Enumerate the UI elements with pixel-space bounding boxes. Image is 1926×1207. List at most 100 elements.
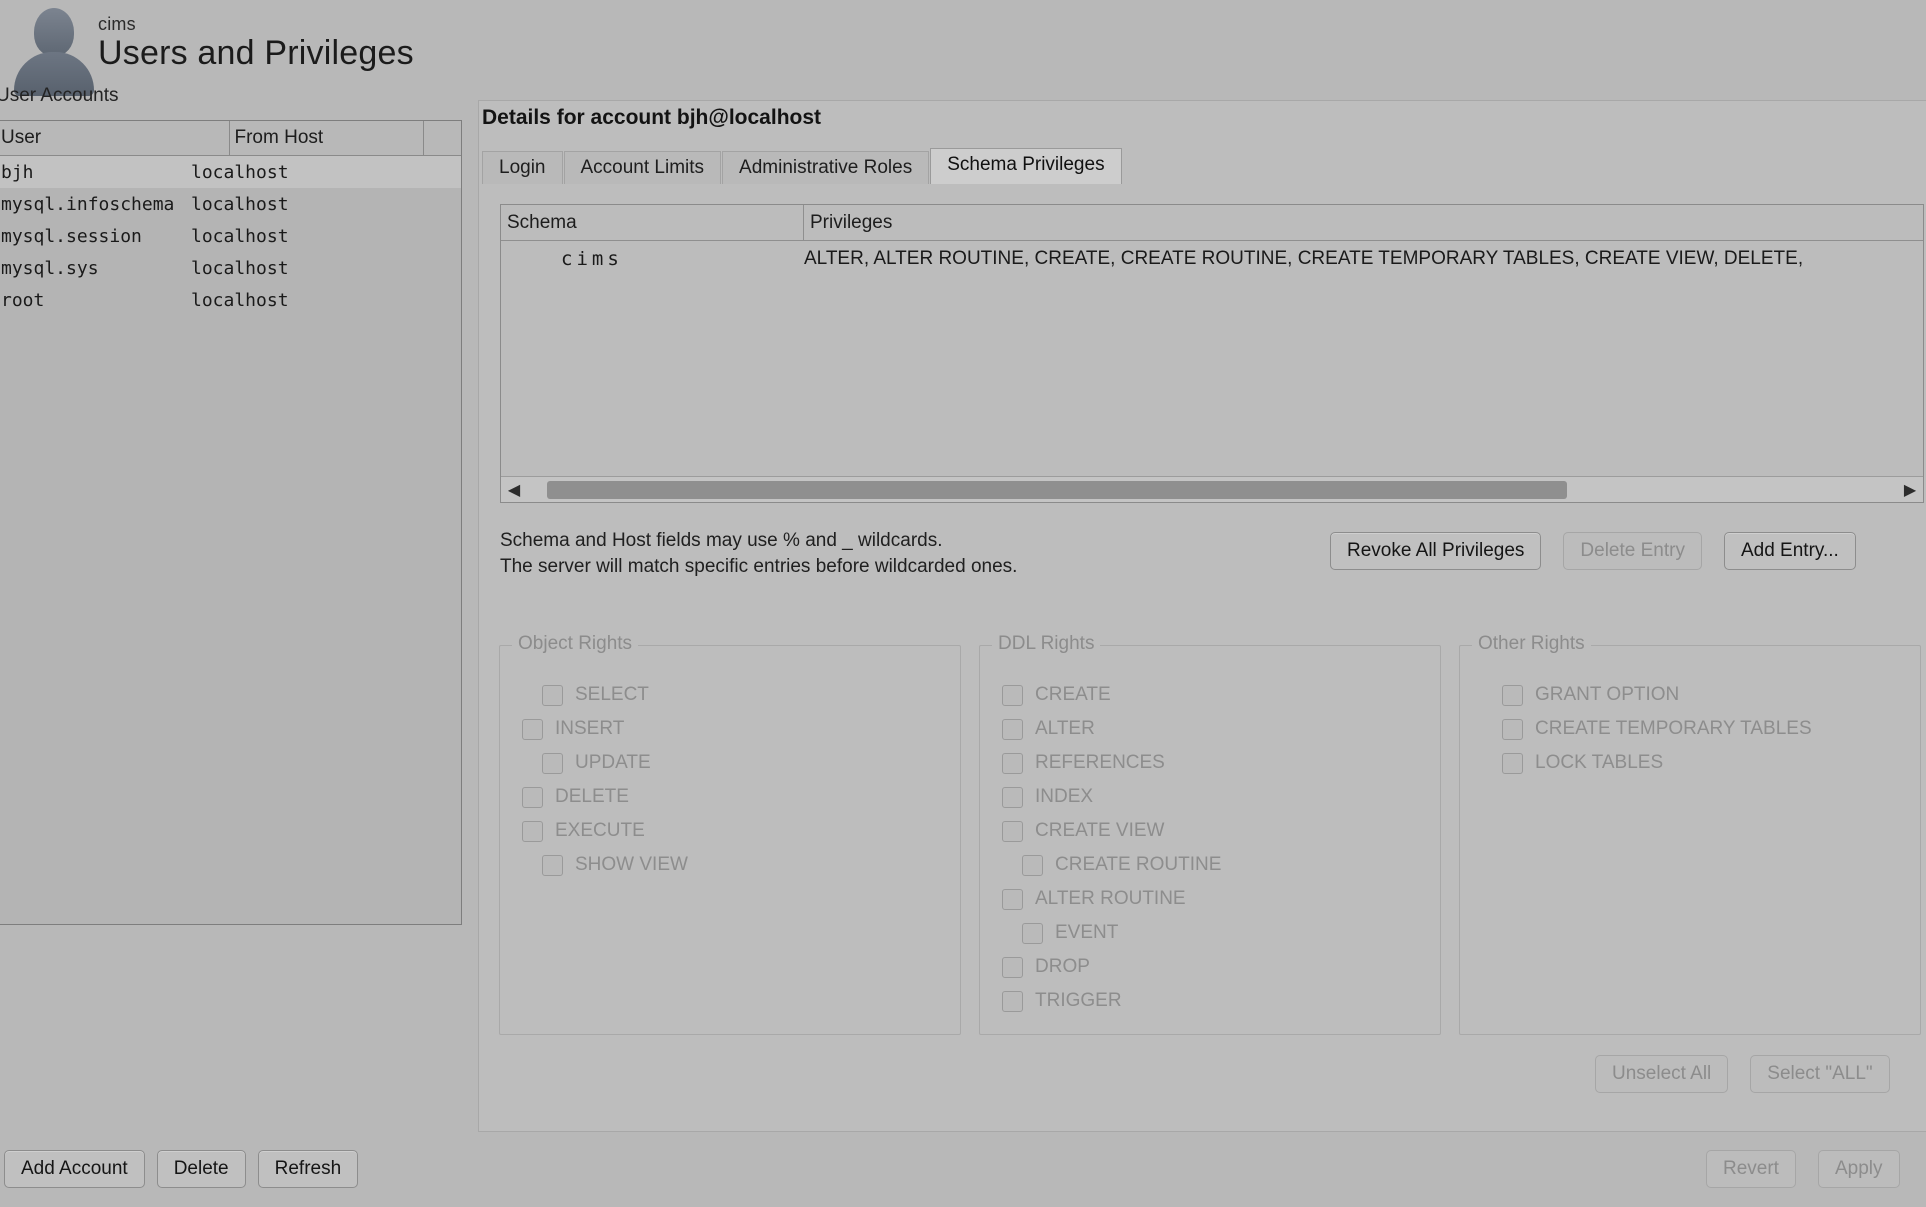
help-line-2: The server will match specific entries b…: [500, 555, 1018, 577]
details-tabs: Login Account Limits Administrative Roles S…: [482, 148, 1123, 184]
object-right-show-view: SHOW VIEW: [500, 848, 960, 882]
checkbox-label: UPDATE: [575, 752, 651, 773]
checkbox-icon: [1502, 718, 1523, 740]
ddl-right-drop: DROP: [980, 950, 1440, 984]
header-schema-name: cims: [98, 14, 136, 34]
checkbox-icon: [542, 684, 563, 706]
page-title: Users and Privileges: [98, 34, 414, 72]
checkbox-icon: [1002, 990, 1023, 1012]
user-cell: mysql.sys: [1, 257, 99, 279]
user-accounts-actions: Add Account Delete Refresh: [4, 1150, 359, 1188]
entry-actions: Revoke All Privileges Delete Entry Add E…: [1330, 532, 1856, 570]
refresh-button[interactable]: Refresh: [257, 1150, 359, 1188]
checkbox-icon: [522, 718, 543, 740]
ddl-rights-list: CREATE ALTER REFERENCES INDEX CREATE VIEW CRE…: [980, 678, 1440, 1018]
object-rights-list: SELECT INSERT UPDATE DELETE EXECUTE SHOW VIEW: [500, 678, 960, 882]
ddl-right-index: INDEX: [980, 780, 1440, 814]
schema-privileges-table: Schema Privileges cims ALTER, ALTER ROUT…: [500, 204, 1924, 503]
schema-table-header: Schema Privileges: [501, 205, 1923, 241]
object-right-execute: EXECUTE: [500, 814, 960, 848]
other-right-lock-tables: LOCK TABLES: [1460, 746, 1920, 780]
scrollbar-track[interactable]: [527, 477, 1897, 503]
checkbox-icon: [1002, 684, 1023, 706]
host-cell: localhost: [191, 225, 289, 247]
object-right-update: UPDATE: [500, 746, 960, 780]
ddl-right-create-view: CREATE VIEW: [980, 814, 1440, 848]
wildcard-help-text: Schema and Host fields may use % and _ w…: [500, 528, 1017, 579]
table-row[interactable]: root localhost: [0, 284, 461, 316]
checkbox-label: DELETE: [555, 786, 629, 807]
checkbox-label: LOCK TABLES: [1535, 752, 1664, 773]
host-cell: localhost: [191, 257, 289, 279]
checkbox-icon: [1002, 820, 1023, 842]
checkbox-label: ALTER: [1035, 718, 1095, 739]
ddl-right-alter: ALTER: [980, 712, 1440, 746]
page-header: cims Users and Privileges: [0, 0, 1926, 98]
checkbox-label: ALTER ROUTINE: [1035, 888, 1186, 909]
select-actions: Unselect All Select "ALL": [1595, 1055, 1890, 1093]
table-row[interactable]: mysql.infoschema localhost: [0, 188, 461, 220]
add-account-button[interactable]: Add Account: [4, 1150, 145, 1188]
horizontal-scrollbar[interactable]: ◀ ▶: [501, 476, 1923, 502]
host-cell: localhost: [191, 161, 289, 183]
tab-administrative-roles[interactable]: Administrative Roles: [722, 151, 930, 184]
object-right-insert: INSERT: [500, 712, 960, 746]
other-rights-group: Other Rights GRANT OPTION CREATE TEMPORAR…: [1459, 633, 1921, 1035]
column-header-schema[interactable]: Schema: [501, 205, 804, 240]
schema-cell: cims: [561, 248, 623, 270]
table-row[interactable]: cims ALTER, ALTER ROUTINE, CREATE, CREAT…: [501, 241, 1923, 277]
other-rights-list: GRANT OPTION CREATE TEMPORARY TABLES LOCK …: [1460, 678, 1920, 780]
column-header-user[interactable]: User: [0, 121, 230, 155]
footer-actions: Revert Apply: [1706, 1150, 1900, 1188]
checkbox-icon: [542, 752, 563, 774]
checkbox-icon: [1002, 752, 1023, 774]
column-header-from-host[interactable]: From Host: [230, 121, 425, 155]
checkbox-label: INDEX: [1035, 786, 1094, 807]
privileges-cell: ALTER, ALTER ROUTINE, CREATE, CREATE ROU…: [804, 248, 1804, 269]
ddl-right-trigger: TRIGGER: [980, 984, 1440, 1018]
checkbox-label: CREATE: [1035, 684, 1111, 705]
host-cell: localhost: [191, 289, 289, 311]
ddl-right-references: REFERENCES: [980, 746, 1440, 780]
other-rights-legend: Other Rights: [1472, 633, 1591, 655]
tab-schema-privileges[interactable]: Schema Privileges: [930, 148, 1122, 184]
checkbox-icon: [542, 854, 563, 876]
checkbox-label: CREATE ROUTINE: [1055, 854, 1222, 875]
table-row[interactable]: mysql.sys localhost: [0, 252, 461, 284]
checkbox-icon: [1502, 752, 1523, 774]
revoke-all-privileges-button[interactable]: Revoke All Privileges: [1330, 532, 1542, 570]
ddl-rights-legend: DDL Rights: [992, 633, 1101, 655]
column-header-extra[interactable]: [424, 121, 461, 155]
table-row[interactable]: mysql.session localhost: [0, 220, 461, 252]
user-cell: bjh: [1, 161, 34, 183]
user-accounts-panel: User From Host bjh localhost mysql.infosch…: [0, 120, 462, 925]
add-entry-button[interactable]: Add Entry...: [1723, 532, 1856, 570]
ddl-rights-group: DDL Rights CREATE ALTER REFERENCES INDEX CRE…: [979, 633, 1441, 1035]
scrollbar-thumb[interactable]: [547, 480, 1567, 499]
checkbox-label: REFERENCES: [1035, 752, 1165, 773]
chevron-left-icon[interactable]: ◀: [501, 480, 527, 500]
user-accounts-table-header: User From Host: [0, 121, 461, 156]
chevron-right-icon[interactable]: ▶: [1897, 480, 1923, 500]
checkbox-label: TRIGGER: [1035, 990, 1122, 1011]
checkbox-icon: [1002, 956, 1023, 978]
column-header-privileges[interactable]: Privileges: [804, 205, 1923, 240]
checkbox-label: SELECT: [575, 684, 649, 705]
delete-account-button[interactable]: Delete: [156, 1150, 246, 1188]
apply-button: Apply: [1817, 1150, 1900, 1188]
user-accounts-label: User Accounts: [0, 85, 119, 106]
help-line-1: Schema and Host fields may use % and _ w…: [500, 530, 943, 551]
table-row[interactable]: bjh localhost: [0, 156, 461, 188]
user-cell: root: [1, 289, 45, 311]
tab-login[interactable]: Login: [482, 151, 563, 184]
user-avatar-icon: [8, 2, 100, 96]
checkbox-icon: [522, 786, 543, 808]
user-accounts-table-body: bjh localhost mysql.infoschema localhost mys…: [0, 156, 461, 316]
ddl-right-create: CREATE: [980, 678, 1440, 712]
checkbox-label: CREATE TEMPORARY TABLES: [1535, 718, 1812, 739]
checkbox-icon: [1002, 718, 1023, 740]
user-cell: mysql.infoschema: [1, 193, 175, 215]
ddl-right-create-routine: CREATE ROUTINE: [980, 848, 1440, 882]
ddl-right-event: EVENT: [980, 916, 1440, 950]
tab-account-limits[interactable]: Account Limits: [563, 151, 722, 184]
